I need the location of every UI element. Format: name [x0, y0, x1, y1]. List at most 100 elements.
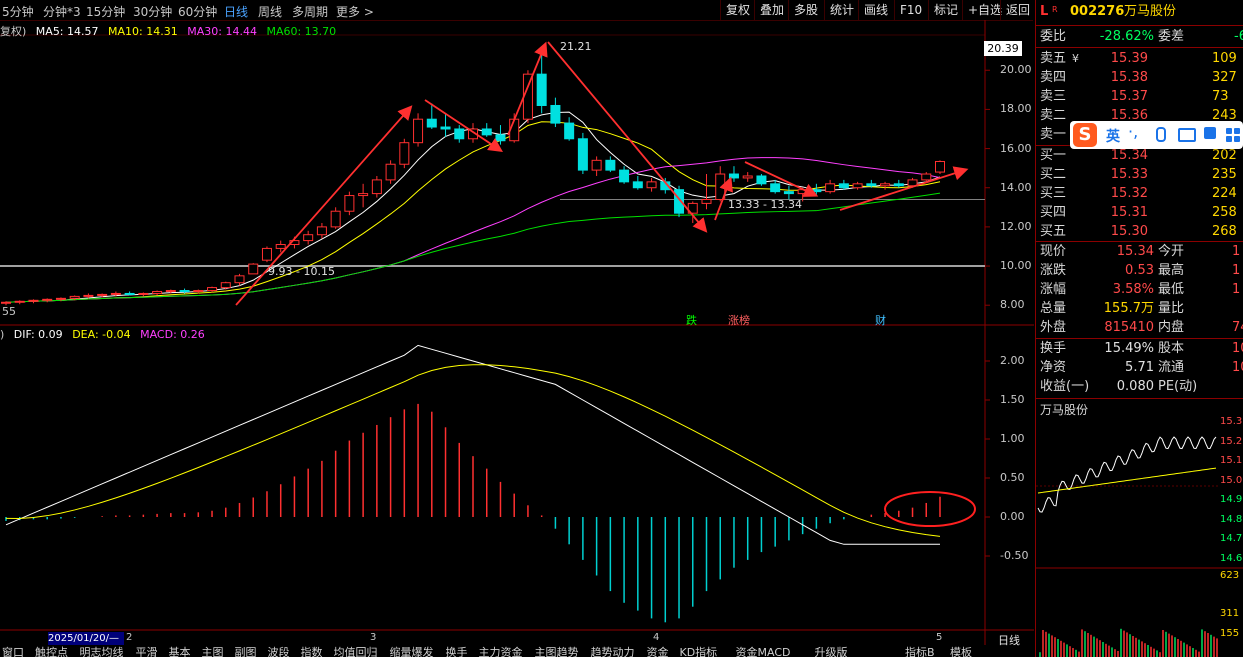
legend-ma30: MA30: 14.44 — [187, 25, 257, 38]
mini-price-label: 14.7 — [1220, 533, 1243, 544]
bottom-tab[interactable]: 均值回归 — [334, 646, 378, 657]
candle[interactable] — [124, 291, 135, 296]
event-marker-die[interactable]: 跌 — [686, 312, 697, 328]
candle[interactable] — [316, 222, 327, 239]
candle[interactable] — [852, 181, 863, 190]
candle[interactable] — [248, 263, 259, 275]
ime-toolbox-icon[interactable] — [1204, 127, 1216, 139]
candle[interactable] — [564, 117, 575, 141]
bottom-tab[interactable]: KD指标 — [680, 646, 718, 657]
month-label-5: 5 — [936, 632, 943, 643]
ask-row[interactable]: 卖四 15.38 327 — [1036, 68, 1243, 87]
candle[interactable] — [399, 138, 410, 169]
macd-tick: -0.50 — [1000, 549, 1029, 562]
ime-voice-icon[interactable] — [1156, 127, 1166, 142]
candle[interactable] — [42, 298, 53, 303]
high-label: 21.21 — [560, 40, 592, 53]
candle[interactable] — [152, 290, 163, 296]
candle[interactable] — [481, 123, 492, 137]
candle[interactable] — [756, 174, 767, 186]
ime-keyboard-icon[interactable] — [1178, 128, 1196, 142]
candle[interactable] — [303, 230, 314, 245]
candle[interactable] — [330, 207, 341, 229]
bottom-tab[interactable]: 换手 — [446, 646, 468, 657]
ime-lang-toggle[interactable]: 英 — [1106, 126, 1120, 146]
bottom-tab[interactable]: 主力资金 — [479, 646, 523, 657]
legend-ma60: MA60: 13.70 — [266, 25, 337, 38]
bottom-tab[interactable]: 升级版 — [815, 646, 848, 657]
weibi-row: 委比 -28.62% 委差 -6 — [1036, 27, 1243, 46]
bottom-tab[interactable]: 波段 — [268, 646, 290, 657]
candle[interactable] — [550, 97, 561, 128]
candle[interactable] — [893, 179, 904, 188]
candle[interactable] — [632, 175, 643, 190]
bottom-tab[interactable]: 平滑 — [136, 646, 158, 657]
candle[interactable] — [605, 156, 616, 173]
bid-row[interactable]: 买三 15.32 224 — [1036, 184, 1243, 203]
bottom-tab[interactable]: 基本 — [169, 646, 191, 657]
legend-ma5: MA5: 14.57 — [35, 25, 99, 38]
candle[interactable] — [838, 179, 849, 190]
candle[interactable] — [935, 160, 945, 175]
candle[interactable] — [577, 132, 588, 175]
candle[interactable] — [646, 177, 657, 192]
mini-intraday-chart[interactable] — [1036, 418, 1243, 657]
bottom-tab[interactable]: 明志均线 — [80, 646, 124, 657]
bottom-tab[interactable]: 触控点 — [35, 646, 68, 657]
candle[interactable] — [591, 156, 602, 176]
candle[interactable] — [413, 113, 424, 147]
candle[interactable] — [28, 299, 39, 304]
bottom-tab[interactable]: 缩量爆发 — [390, 646, 434, 657]
quote-header: L R 002276 万马股份 — [1036, 2, 1243, 21]
candle[interactable] — [921, 172, 932, 182]
event-marker-zhangbang[interactable]: 涨榜 — [728, 312, 750, 328]
price-tick: 8.00 — [1000, 298, 1025, 312]
candle[interactable] — [385, 160, 396, 184]
bottom-tab[interactable]: 资金MACD — [736, 646, 791, 657]
bottom-right-btn[interactable]: 模板 — [950, 646, 972, 657]
candle[interactable] — [728, 166, 739, 182]
bid-row[interactable]: 买五 15.30 268 — [1036, 222, 1243, 241]
event-marker-cai[interactable]: 财 — [875, 312, 886, 328]
ask-row[interactable]: 卖五 ¥15.39 109 — [1036, 49, 1243, 68]
candle[interactable] — [880, 181, 891, 190]
candle[interactable] — [358, 183, 369, 208]
ime-toolbar[interactable]: S 英 ·, — [1070, 121, 1243, 149]
stat-value: 155.7万 — [1103, 301, 1154, 316]
macd-tick: 1.00 — [1000, 432, 1025, 445]
price-tick: 10.00 — [1000, 259, 1032, 273]
bid-row[interactable]: 买四 15.31 258 — [1036, 203, 1243, 222]
candle[interactable] — [454, 125, 465, 143]
candle[interactable] — [742, 172, 753, 182]
bottom-right-btn[interactable]: 指标B — [905, 646, 935, 657]
candle[interactable] — [825, 179, 836, 194]
stat-label2: 最低 — [1158, 282, 1185, 297]
ime-menu-grid-icon[interactable] — [1226, 128, 1232, 134]
candle[interactable] — [14, 300, 25, 305]
currency-icon: ¥ — [1072, 52, 1079, 65]
bid-row[interactable]: 买二 15.33 235 — [1036, 165, 1243, 184]
bottom-tab[interactable]: 副图 — [235, 646, 257, 657]
bottom-tab[interactable]: 指数 — [301, 646, 323, 657]
candle[interactable] — [701, 174, 712, 210]
sogou-logo-icon[interactable]: S — [1073, 123, 1097, 147]
candle[interactable] — [371, 175, 382, 198]
candle[interactable] — [619, 166, 630, 184]
candle[interactable] — [536, 46, 547, 114]
ime-punct-icon[interactable]: ·, — [1128, 122, 1138, 141]
trend-arrow — [839, 166, 969, 211]
bottom-tab[interactable]: 资金 — [647, 646, 669, 657]
candle[interactable] — [261, 246, 272, 263]
candle[interactable] — [344, 191, 355, 216]
bottom-tab[interactable]: 主图 — [202, 646, 224, 657]
order-volume: 327 — [1212, 70, 1237, 85]
bottom-tab[interactable]: 主图趋势 — [535, 646, 579, 657]
mini-price-label: 14.8 — [1220, 513, 1243, 525]
stat-value: 15.49% — [1104, 341, 1154, 356]
ask-row[interactable]: 卖三 15.37 73 — [1036, 87, 1243, 106]
macd-prefix: ) — [0, 328, 5, 341]
candle[interactable] — [138, 292, 149, 297]
bottom-tab[interactable]: 窗口 — [2, 646, 24, 657]
order-volume: 109 — [1212, 51, 1237, 66]
bottom-tab[interactable]: 趋势动力 — [591, 646, 635, 657]
